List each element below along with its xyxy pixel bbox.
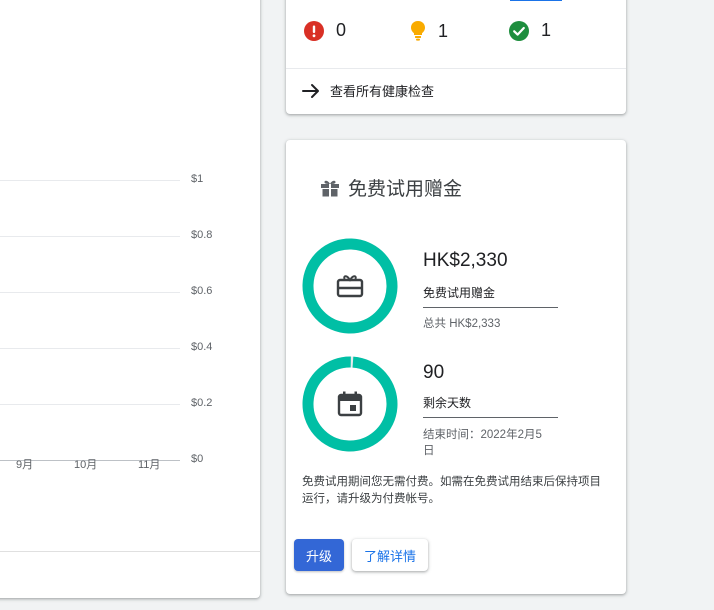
billing-chart-card: $1 $0.8 $0.6 $0.4 $0.2 $0 9月 10月 11月 [0, 0, 260, 598]
days-remaining-label: 剩余天数 [423, 396, 472, 410]
grid-line [0, 348, 180, 349]
divider [423, 417, 558, 418]
y-tick-label: $0.6 [191, 285, 213, 297]
divider [423, 307, 558, 308]
y-tick-label: $0.4 [191, 341, 213, 353]
days-remaining-value: 90 [423, 362, 445, 383]
x-tick-label: 10月 [74, 459, 98, 471]
check-circle-icon [509, 20, 529, 41]
credit-remaining-ring [302, 238, 398, 334]
ok-count: 1 [541, 20, 552, 40]
card-title: 免费试用赠金 [320, 174, 462, 201]
credit-amount: HK$2,330 [423, 250, 508, 271]
calendar-icon [337, 391, 363, 417]
y-tick-label: $0.2 [191, 397, 213, 409]
error-status[interactable]: 0 [304, 20, 346, 41]
learn-more-button[interactable]: 了解详情 [352, 539, 428, 571]
credit-total: 总共 HK$2,333 [423, 318, 501, 330]
free-trial-credit-card: 免费试用赠金 HK$2,330 免费试用赠金 总共 HK$2,333 90 剩余… [286, 140, 626, 594]
days-remaining-ring [302, 356, 398, 452]
lightbulb-icon [411, 21, 425, 41]
y-tick-label: $0 [191, 453, 204, 465]
trial-note: 免费试用期间您无需付费。如需在免费试用结束后保持项目运行，请升级为付费帐号。 [302, 476, 601, 505]
warning-status[interactable]: 1 [410, 20, 448, 42]
grid-line [0, 236, 180, 237]
gift-icon [321, 180, 339, 197]
credit-amount-label: 免费试用赠金 [423, 286, 496, 300]
y-tick-label: $0.8 [191, 229, 213, 241]
card-divider [0, 551, 260, 552]
grid-line [0, 292, 180, 293]
grid-line [0, 180, 180, 181]
card-divider [286, 68, 626, 69]
card-title-text: 免费试用赠金 [348, 179, 463, 200]
ok-status[interactable]: 1 [509, 20, 551, 41]
y-tick-label: $1 [191, 173, 204, 185]
arrow-right-icon [302, 83, 319, 98]
trial-end-date: 结束时间：2022年2月5日 [423, 429, 542, 457]
error-count: 0 [336, 20, 347, 40]
error-icon [304, 20, 324, 41]
upgrade-button[interactable]: 升级 [294, 539, 344, 571]
redeem-icon [336, 275, 364, 298]
view-all-health-checks-label: 查看所有健康检查 [330, 84, 435, 99]
view-all-health-checks-link[interactable]: 查看所有健康检查 [302, 81, 434, 100]
x-tick-label: 9月 [16, 459, 34, 471]
warning-count: 1 [438, 20, 449, 41]
grid-line [0, 404, 180, 405]
link-underline [510, 0, 562, 1]
x-tick-label: 11月 [138, 459, 161, 471]
health-check-card: 0 1 1 查看所有健康检查 [286, 0, 626, 114]
